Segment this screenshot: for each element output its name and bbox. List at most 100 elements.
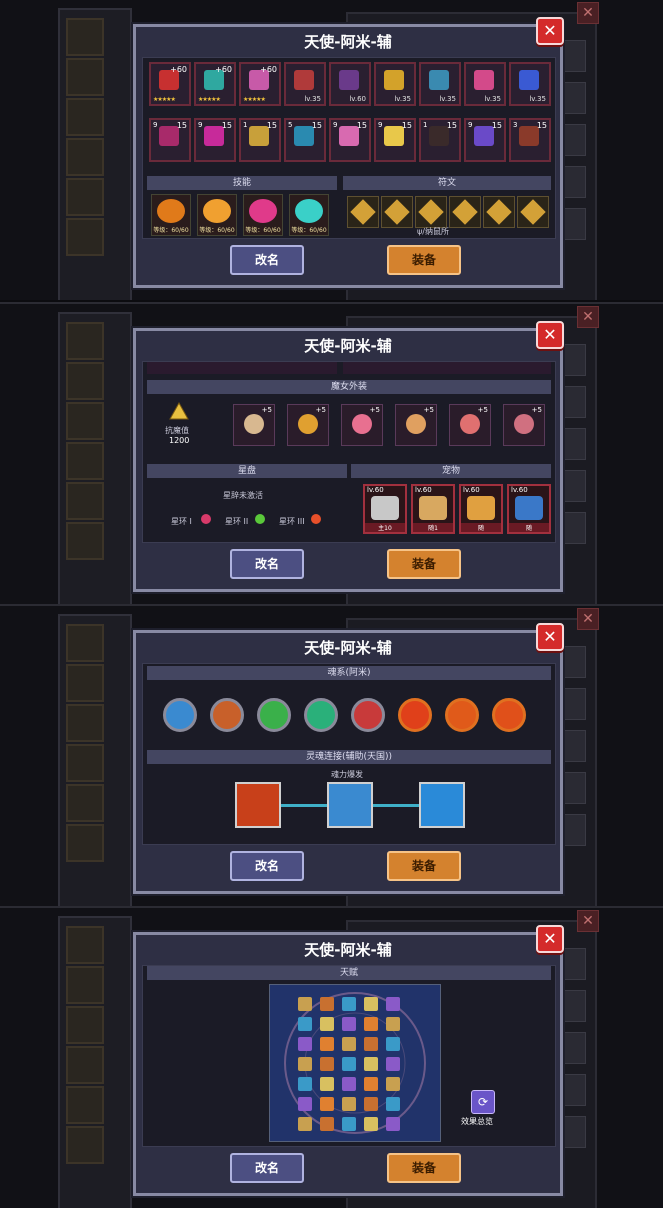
soul-orb[interactable]	[257, 698, 291, 732]
talent-node[interactable]	[364, 1117, 378, 1131]
skill-slot[interactable]: 等级：60/60	[197, 194, 237, 236]
outfit-slot[interactable]: +5	[341, 404, 383, 446]
card-slot[interactable]: 1 15	[239, 118, 281, 162]
soul-orb[interactable]	[492, 698, 526, 732]
outfit-slot[interactable]: +5	[233, 404, 275, 446]
card-slot[interactable]: 5 15	[284, 118, 326, 162]
talent-node[interactable]	[386, 997, 400, 1011]
card-slot[interactable]: 9 15	[149, 118, 191, 162]
equipment-slot[interactable]: lv.35	[284, 62, 326, 106]
equipment-slot[interactable]: +60 ★★★★★	[239, 62, 281, 106]
rename-button[interactable]: 改名	[230, 245, 304, 275]
talent-node[interactable]	[364, 1017, 378, 1031]
talent-node[interactable]	[298, 1077, 312, 1091]
talent-node[interactable]	[364, 1077, 378, 1091]
talent-node[interactable]	[342, 1077, 356, 1091]
rename-button[interactable]: 改名	[230, 549, 304, 579]
talent-node[interactable]	[298, 1037, 312, 1051]
skill-slot[interactable]: 等级：60/60	[151, 194, 191, 236]
talent-node[interactable]	[342, 997, 356, 1011]
equip-button[interactable]: 装备	[387, 245, 461, 275]
equip-button[interactable]: 装备	[387, 549, 461, 579]
soul-orb[interactable]	[351, 698, 385, 732]
card-slot[interactable]: 9 15	[464, 118, 506, 162]
outfit-slot[interactable]: +5	[449, 404, 491, 446]
rune-slot[interactable]	[483, 196, 515, 228]
card-slot[interactable]: 9 15	[329, 118, 371, 162]
talent-node[interactable]	[342, 1097, 356, 1111]
talent-node[interactable]	[342, 1037, 356, 1051]
outfit-slot[interactable]: +5	[395, 404, 437, 446]
equipment-slot[interactable]: lv.35	[374, 62, 416, 106]
pet-slot[interactable]: lv.60 随	[507, 484, 551, 534]
effect-overview-label[interactable]: 效果总览	[461, 1116, 493, 1127]
talent-node[interactable]	[342, 1057, 356, 1071]
close-button[interactable]: ✕	[536, 623, 564, 651]
equipment-slot[interactable]: lv.35	[419, 62, 461, 106]
talent-node[interactable]	[386, 1037, 400, 1051]
rune-slot[interactable]	[449, 196, 481, 228]
close-button[interactable]: ✕	[536, 17, 564, 45]
soul-orb[interactable]	[445, 698, 479, 732]
talent-node[interactable]	[364, 1097, 378, 1111]
talent-node[interactable]	[320, 1097, 334, 1111]
talent-node[interactable]	[298, 1117, 312, 1131]
rune-slot[interactable]	[381, 196, 413, 228]
equip-button[interactable]: 装备	[387, 851, 461, 881]
outfit-slot[interactable]: +5	[503, 404, 545, 446]
talent-node[interactable]	[342, 1117, 356, 1131]
equipment-slot[interactable]: lv.35	[464, 62, 506, 106]
talent-node[interactable]	[386, 1017, 400, 1031]
rune-slot[interactable]	[415, 196, 447, 228]
close-button[interactable]: ✕	[536, 321, 564, 349]
talent-node[interactable]	[342, 1017, 356, 1031]
soul-orb[interactable]	[304, 698, 338, 732]
talent-node[interactable]	[298, 997, 312, 1011]
talent-node[interactable]	[386, 1077, 400, 1091]
rename-button[interactable]: 改名	[230, 1153, 304, 1183]
outfit-slot[interactable]: +5	[287, 404, 329, 446]
card-slot[interactable]: 3 15	[509, 118, 551, 162]
talent-node[interactable]	[386, 1057, 400, 1071]
effect-overview-button[interactable]: ⟳	[471, 1090, 495, 1114]
rename-button[interactable]: 改名	[230, 851, 304, 881]
pet-slot[interactable]: lv.60 随1	[411, 484, 455, 534]
soul-link-node[interactable]	[419, 782, 465, 828]
rune-slot[interactable]	[517, 196, 549, 228]
talent-node[interactable]	[320, 1057, 334, 1071]
skill-slot[interactable]: 等级：60/60	[243, 194, 283, 236]
talent-node[interactable]	[364, 1037, 378, 1051]
skill-slot[interactable]: 等级：60/60	[289, 194, 329, 236]
equipment-slot[interactable]: +60 ★★★★★	[194, 62, 236, 106]
soul-link-node[interactable]	[327, 782, 373, 828]
soul-orb[interactable]	[210, 698, 244, 732]
card-slot[interactable]: 9 15	[374, 118, 416, 162]
background-close-icon: ✕	[577, 910, 599, 932]
talent-node[interactable]	[320, 1017, 334, 1031]
card-slot[interactable]: 1 15	[419, 118, 461, 162]
talent-node[interactable]	[298, 1057, 312, 1071]
talent-node[interactable]	[386, 1117, 400, 1131]
talent-node[interactable]	[320, 997, 334, 1011]
equipment-slot[interactable]: lv.60	[329, 62, 371, 106]
talent-tree[interactable]	[269, 984, 441, 1142]
soul-link-node[interactable]	[235, 782, 281, 828]
equipment-slot[interactable]: lv.35	[509, 62, 551, 106]
pet-slot[interactable]: lv.60 随	[459, 484, 503, 534]
talent-node[interactable]	[386, 1097, 400, 1111]
soul-orb[interactable]	[163, 698, 197, 732]
equip-button[interactable]: 装备	[387, 1153, 461, 1183]
talent-node[interactable]	[364, 997, 378, 1011]
talent-node[interactable]	[364, 1057, 378, 1071]
talent-node[interactable]	[320, 1037, 334, 1051]
card-slot[interactable]: 9 15	[194, 118, 236, 162]
talent-node[interactable]	[298, 1097, 312, 1111]
pet-slot[interactable]: lv.60 主10	[363, 484, 407, 534]
soul-orb[interactable]	[398, 698, 432, 732]
rune-slot[interactable]	[347, 196, 379, 228]
equipment-slot[interactable]: +60 ★★★★★	[149, 62, 191, 106]
talent-node[interactable]	[298, 1017, 312, 1031]
close-button[interactable]: ✕	[536, 925, 564, 953]
talent-node[interactable]	[320, 1117, 334, 1131]
talent-node[interactable]	[320, 1077, 334, 1091]
